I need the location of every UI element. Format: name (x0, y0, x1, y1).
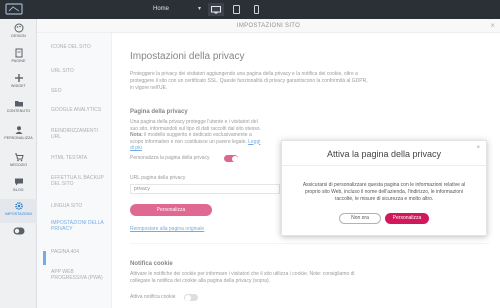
plus-icon (14, 74, 23, 82)
modal-customize-button[interactable]: Personalizza (385, 213, 429, 224)
left-rail: Design Pagine Widget Contenuto Personali… (0, 19, 37, 308)
rail-item-shop[interactable]: Negozio (0, 150, 37, 174)
rail-label: Personalizza (4, 136, 33, 140)
rail-label: Blog (13, 188, 24, 192)
modal-title: Attiva la pagina della privacy (326, 149, 442, 159)
rail-item-blog[interactable]: Blog (0, 175, 37, 199)
chevron-down-icon: ▾ (197, 6, 201, 12)
mobile-view-button[interactable] (248, 3, 264, 16)
rail-item-extra[interactable] (0, 225, 37, 237)
folder-icon (14, 101, 23, 107)
palette-icon (14, 23, 23, 33)
rail-item-personalize[interactable]: Personalizza (0, 123, 37, 147)
rail-label: Design (11, 34, 26, 38)
not-now-button[interactable]: Non ora (339, 213, 381, 224)
pages-icon (15, 48, 22, 58)
rail-label: Pagine (11, 59, 26, 63)
toggle-view-icon (13, 227, 24, 235)
privacy-modal: Attiva la pagina della privacy × Assicur… (281, 140, 487, 236)
modal-divider (282, 165, 486, 166)
rail-item-pages[interactable]: Pagine (0, 46, 37, 70)
tablet-view-button[interactable] (228, 3, 244, 16)
tablet-icon (232, 5, 240, 14)
page-selector[interactable]: Home ▾ (153, 4, 203, 15)
desktop-icon (211, 5, 221, 13)
rail-item-design[interactable]: Design (0, 21, 37, 45)
person-icon (15, 126, 22, 134)
rail-label: Contenuto (6, 109, 31, 113)
desktop-view-button[interactable] (208, 3, 224, 16)
page-selector-value: Home (153, 6, 170, 12)
rail-label: Impostazioni (5, 212, 32, 216)
gear-icon (14, 202, 23, 210)
logo-icon[interactable] (5, 3, 23, 16)
modal-text: Assicurarsi di personalizzare questa pag… (302, 182, 466, 202)
rail-label: Widget (11, 84, 26, 88)
chat-icon (14, 178, 23, 186)
cart-icon (14, 153, 24, 162)
rail-label: Negozio (9, 163, 28, 167)
top-bar: Home ▾ (0, 0, 500, 19)
mobile-icon (253, 5, 259, 14)
close-icon[interactable]: × (476, 145, 480, 151)
rail-item-widget[interactable]: Widget (0, 71, 37, 95)
rail-item-content[interactable]: Contenuto (0, 96, 37, 120)
rail-item-settings[interactable]: Impostazioni (0, 199, 37, 223)
